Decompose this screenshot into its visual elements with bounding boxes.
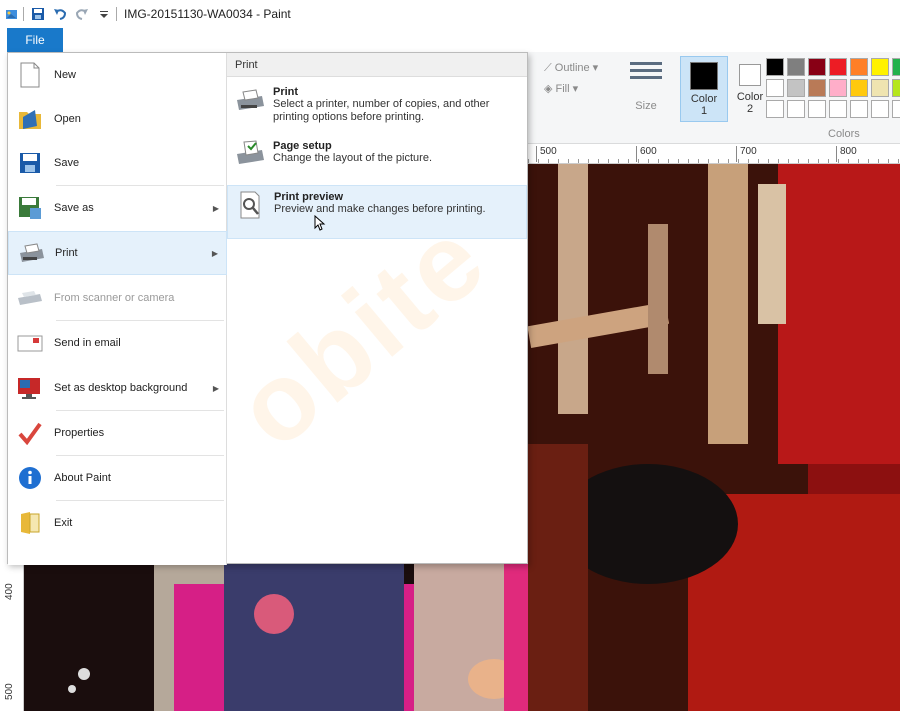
palette-color-swatch[interactable] bbox=[871, 58, 889, 76]
palette-color-swatch[interactable] bbox=[850, 58, 868, 76]
folder-icon bbox=[16, 105, 44, 133]
horizontal-ruler: 500 600 700 800 bbox=[528, 144, 900, 164]
palette-color-swatch[interactable] bbox=[808, 100, 826, 118]
menu-item-new[interactable]: New bbox=[8, 53, 227, 97]
ruler-tick: 500 bbox=[4, 683, 15, 700]
ruler-tick: 400 bbox=[4, 583, 15, 600]
print-submenu: Print Print Select a printer, number of … bbox=[227, 53, 527, 565]
vertical-ruler: 400 500 bbox=[0, 564, 24, 711]
color1-button[interactable]: Color 1 bbox=[680, 56, 728, 122]
color-palette bbox=[766, 58, 900, 119]
palette-color-swatch[interactable] bbox=[829, 58, 847, 76]
paint-app-icon[interactable] bbox=[4, 6, 20, 22]
canvas-image[interactable] bbox=[528, 164, 900, 711]
submenu-arrow-icon: ▶ bbox=[212, 383, 219, 393]
submenu-arrow-icon: ▶ bbox=[212, 203, 219, 213]
printer-icon bbox=[233, 85, 267, 115]
file-tab[interactable]: File bbox=[7, 28, 63, 52]
canvas-image-lower[interactable] bbox=[24, 564, 528, 711]
size-button[interactable]: Size bbox=[624, 58, 668, 122]
color1-swatch bbox=[690, 62, 718, 90]
submenu-item-title: Page setup bbox=[273, 140, 332, 152]
ruler-tick: 800 bbox=[836, 146, 857, 162]
email-icon bbox=[16, 329, 44, 357]
submenu-arrow-icon: ▶ bbox=[211, 248, 218, 258]
info-icon bbox=[16, 464, 44, 492]
menu-item-exit[interactable]: Exit bbox=[8, 501, 227, 545]
palette-color-swatch[interactable] bbox=[766, 79, 784, 97]
size-icon bbox=[624, 62, 668, 79]
menu-item-desktop-background[interactable]: Set as desktop background ▶ bbox=[8, 366, 227, 410]
ribbon: ⟋ Outline ▾ ◈ Fill ▾ Size Color 1 Color … bbox=[528, 52, 900, 144]
palette-color-swatch[interactable] bbox=[808, 58, 826, 76]
submenu-item-print-preview[interactable]: Print preview Preview and make changes b… bbox=[227, 185, 527, 239]
palette-color-swatch[interactable] bbox=[892, 100, 900, 118]
mouse-cursor-icon bbox=[314, 214, 326, 231]
palette-color-swatch[interactable] bbox=[850, 79, 868, 97]
page-setup-icon bbox=[233, 139, 267, 169]
menu-item-send-email[interactable]: Send in email bbox=[8, 321, 227, 365]
outline-button[interactable]: ⟋ Outline ▾ bbox=[544, 61, 598, 75]
submenu-item-description: Change the layout of the picture. bbox=[273, 152, 432, 164]
submenu-item-title: Print bbox=[273, 86, 299, 98]
save-icon bbox=[16, 149, 44, 177]
undo-icon[interactable] bbox=[52, 6, 68, 22]
title-bar: IMG-20151130-WA0034 - Paint bbox=[0, 0, 900, 28]
file-menu: New Open Save Save as ▶ Print ▶ From sca… bbox=[7, 52, 528, 565]
window-title: IMG-20151130-WA0034 - Paint bbox=[124, 7, 291, 21]
file-menu-left-pane: New Open Save Save as ▶ Print ▶ From sca… bbox=[8, 53, 227, 565]
palette-color-swatch[interactable] bbox=[787, 58, 805, 76]
desktop-icon bbox=[16, 374, 44, 402]
menu-item-properties[interactable]: Properties bbox=[8, 411, 227, 455]
palette-color-swatch[interactable] bbox=[871, 100, 889, 118]
fill-icon: ◈ bbox=[544, 83, 556, 95]
colors-group-label: Colors bbox=[828, 128, 860, 140]
redo-icon[interactable] bbox=[74, 6, 90, 22]
palette-color-swatch[interactable] bbox=[787, 79, 805, 97]
menu-item-about-paint[interactable]: About Paint bbox=[8, 456, 227, 500]
color2-swatch bbox=[739, 64, 761, 86]
new-file-icon bbox=[16, 61, 44, 89]
menu-item-open[interactable]: Open bbox=[8, 97, 227, 141]
submenu-item-description: Preview and make changes before printing… bbox=[274, 203, 486, 215]
submenu-item-title: Print preview bbox=[274, 191, 344, 203]
submenu-item-page-setup[interactable]: Page setup Change the layout of the pict… bbox=[227, 135, 527, 179]
menu-item-save[interactable]: Save bbox=[8, 141, 227, 185]
submenu-item-print[interactable]: Print Select a printer, number of copies… bbox=[227, 81, 527, 129]
palette-color-swatch[interactable] bbox=[829, 100, 847, 118]
palette-color-swatch[interactable] bbox=[850, 100, 868, 118]
submenu-item-description: Select a printer, number of copies, and … bbox=[273, 98, 490, 123]
palette-color-swatch[interactable] bbox=[766, 58, 784, 76]
ruler-tick: 700 bbox=[736, 146, 757, 162]
exit-icon bbox=[16, 509, 44, 537]
save-as-icon bbox=[16, 194, 44, 222]
palette-color-swatch[interactable] bbox=[829, 79, 847, 97]
palette-color-swatch[interactable] bbox=[808, 79, 826, 97]
print-submenu-header: Print bbox=[227, 53, 527, 77]
palette-color-swatch[interactable] bbox=[766, 100, 784, 118]
outline-icon: ⟋ bbox=[544, 62, 555, 74]
palette-color-swatch[interactable] bbox=[892, 58, 900, 76]
palette-color-swatch[interactable] bbox=[871, 79, 889, 97]
color2-button[interactable]: Color 2 bbox=[730, 56, 770, 122]
ruler-tick: 600 bbox=[636, 146, 657, 162]
save-icon[interactable] bbox=[30, 6, 46, 22]
menu-item-print[interactable]: Print ▶ bbox=[8, 231, 227, 275]
ruler-tick: 500 bbox=[536, 146, 557, 162]
printer-icon bbox=[17, 239, 45, 267]
menu-item-from-scanner: From scanner or camera bbox=[8, 276, 227, 320]
checkmark-icon bbox=[16, 419, 44, 447]
menu-item-save-as[interactable]: Save as ▶ bbox=[8, 186, 227, 230]
fill-button[interactable]: ◈ Fill ▾ bbox=[544, 82, 578, 95]
palette-color-swatch[interactable] bbox=[787, 100, 805, 118]
print-preview-icon bbox=[234, 190, 268, 220]
customize-quick-access-icon[interactable] bbox=[96, 6, 112, 22]
scanner-icon bbox=[16, 284, 44, 312]
palette-color-swatch[interactable] bbox=[892, 79, 900, 97]
